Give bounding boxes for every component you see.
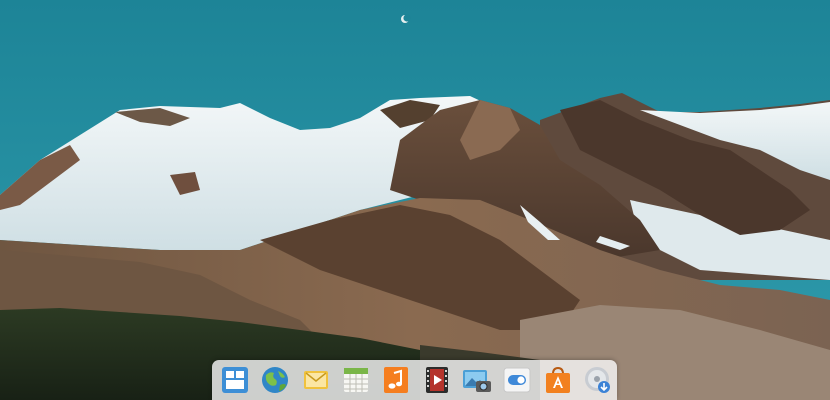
dock-item-system-settings[interactable] [502,365,532,395]
dock [212,360,617,400]
dock-item-photos[interactable] [462,365,492,395]
dock-item-videos[interactable] [422,365,452,395]
photos-camera-icon [462,370,491,392]
globe-icon [262,367,289,393]
dock-item-music[interactable] [381,365,411,395]
music-note-icon [384,367,409,393]
dock-item-mail[interactable] [301,365,331,395]
shopping-bag-icon [545,366,570,393]
desktop[interactable] [0,0,830,400]
desktop-wallpaper [0,0,830,400]
dock-item-app-center[interactable] [543,365,573,395]
dock-item-multitasking-view[interactable] [220,365,250,395]
dock-item-disk-installer[interactable] [583,365,613,395]
dock-item-web-browser[interactable] [260,365,290,395]
calendar-icon [343,368,368,392]
envelope-icon [303,371,328,389]
toggle-switch-icon [503,367,531,393]
disc-download-icon [584,367,610,393]
film-play-icon [425,367,448,393]
multitasking-view-icon [222,367,248,393]
dock-item-calendar[interactable] [341,365,371,395]
